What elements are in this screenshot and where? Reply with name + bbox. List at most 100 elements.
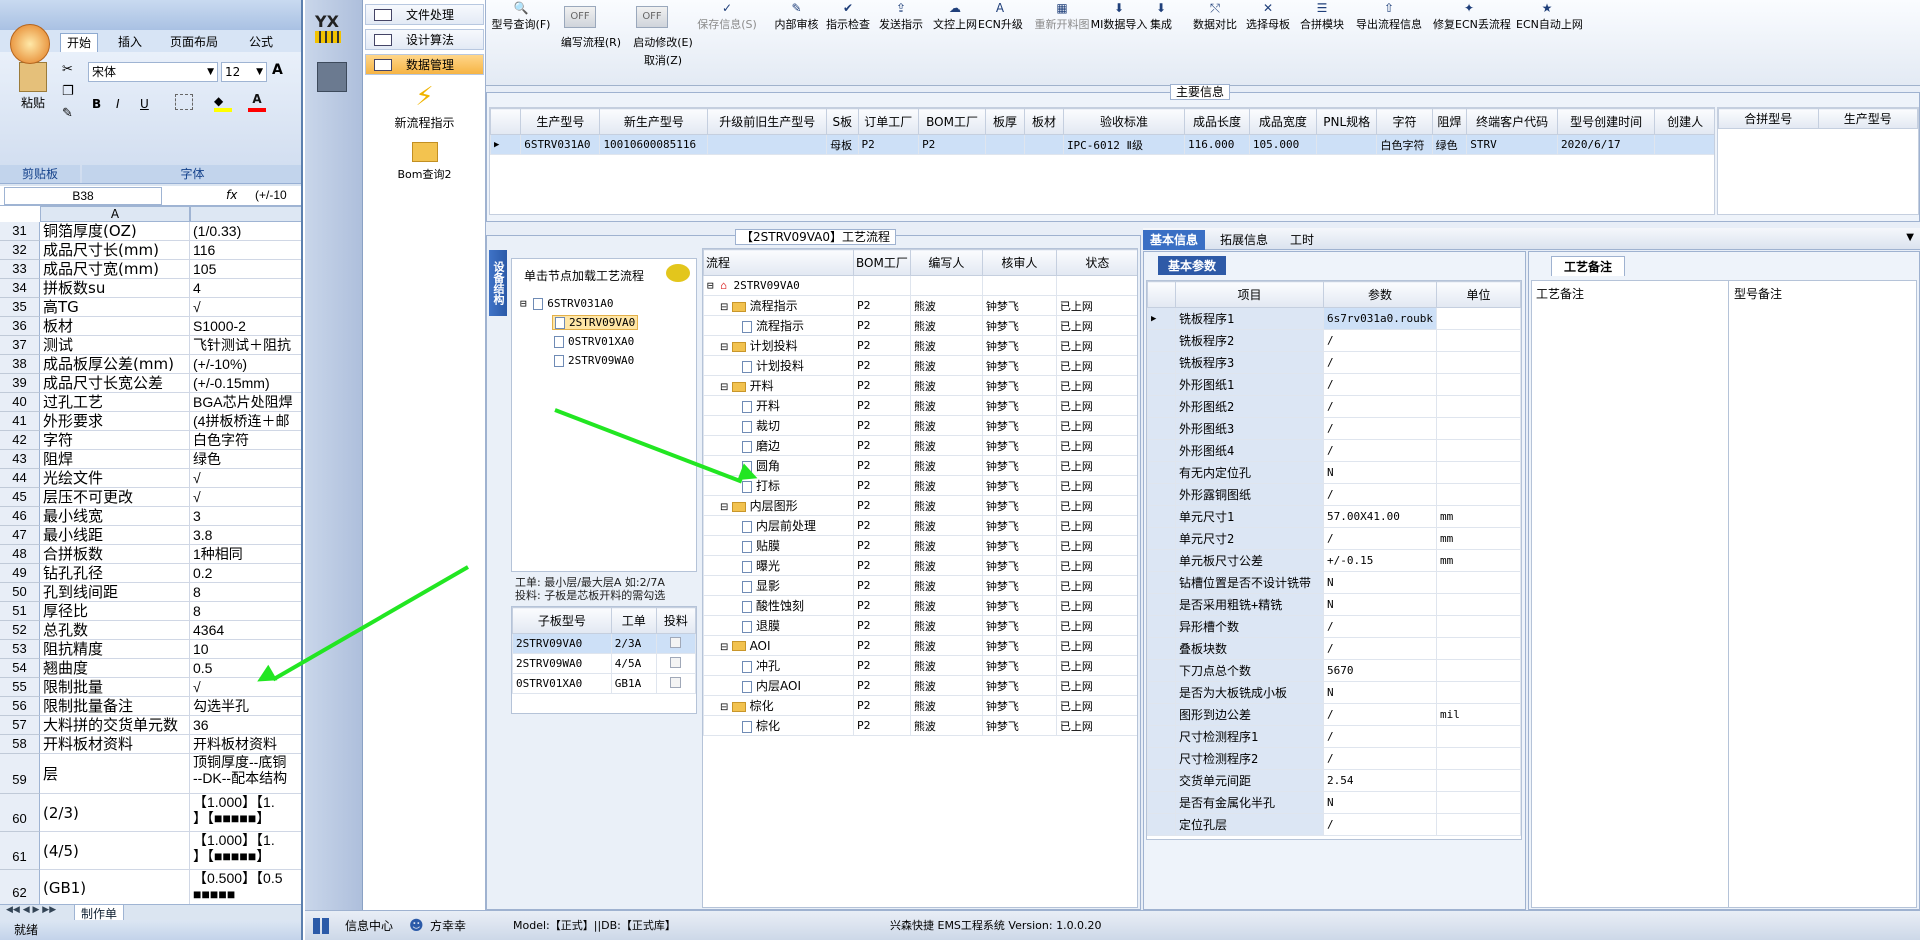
cell-a[interactable]: 大料拼的交货单元数 — [40, 716, 190, 735]
cell-a[interactable]: 阻焊 — [40, 450, 190, 469]
param-row[interactable]: 外形图纸1/ — [1147, 373, 1521, 396]
table-row[interactable]: 2STRV09VA0 2/3A — [512, 633, 697, 654]
param-row[interactable]: 叠板块数 / — [1147, 637, 1521, 660]
cell[interactable]: 105.000 — [1248, 134, 1317, 155]
toolbar-button-3[interactable]: 取消(Z) — [628, 52, 698, 92]
collapse-icon[interactable]: ⊟ — [720, 642, 732, 653]
tab-formulas[interactable]: 公式 — [243, 33, 279, 52]
row-number[interactable]: 48 — [0, 545, 40, 564]
param-row[interactable]: 铣板程序3/ — [1147, 351, 1521, 374]
cell-a[interactable]: 最小线宽 — [40, 507, 190, 526]
collapse-icon[interactable]: ⊟ — [720, 502, 732, 513]
cell[interactable] — [985, 134, 1026, 155]
cell-a[interactable]: 成品板厚公差(mm) — [40, 355, 190, 374]
cell-b[interactable]: 4 — [190, 279, 301, 298]
param-row[interactable]: ▶ 铣板程序1 6s7rv031a0.roubk — [1147, 307, 1521, 330]
flow-row[interactable]: ⊟ AOI P2 熊波 钟梦飞 已上网 — [703, 635, 1137, 656]
name-box[interactable]: B38 — [4, 187, 162, 205]
cell[interactable]: 10010600085116 — [599, 134, 709, 155]
cell-b[interactable]: BGA芯片处阻焊 — [190, 393, 301, 412]
col-header[interactable]: 订单工厂 — [857, 108, 920, 135]
process-remarks-tab[interactable]: 工艺备注 — [1551, 256, 1626, 276]
cell-a[interactable]: 成品尺寸长宽公差 — [40, 374, 190, 393]
cell-b[interactable]: 0.2 — [190, 564, 301, 583]
row-number[interactable]: 59 — [0, 754, 40, 794]
cell-b[interactable]: 飞针测试＋阻抗 — [190, 336, 301, 355]
cell-b[interactable]: 白色字符 — [190, 431, 301, 450]
function-icon[interactable]: fx — [226, 188, 237, 202]
cell[interactable]: 母板 — [826, 134, 859, 155]
row-number[interactable]: 36 — [0, 317, 40, 336]
cell[interactable]: 绿色 — [1431, 134, 1468, 155]
param-row[interactable]: 异形槽个数 / — [1147, 615, 1521, 638]
sheet-nav-icons[interactable]: ◀◀ ◀ ▶ ▶▶ — [6, 905, 56, 915]
row-number[interactable]: 46 — [0, 507, 40, 526]
tab-page-layout[interactable]: 页面布局 — [164, 33, 224, 52]
row-number[interactable]: 43 — [0, 450, 40, 469]
cell[interactable]: 白色字符 — [1376, 134, 1433, 155]
row-number[interactable]: 49 — [0, 564, 40, 583]
cell-b[interactable]: 4364 — [190, 621, 301, 640]
cell-b[interactable]: 8 — [190, 583, 301, 602]
cell-b[interactable]: 绿色 — [190, 450, 301, 469]
flow-row[interactable]: ⊟ 棕化 P2 熊波 钟梦飞 已上网 — [703, 695, 1137, 716]
param-row[interactable]: 外形图纸2/ — [1147, 395, 1521, 418]
cell-b[interactable]: 10 — [190, 640, 301, 659]
side-tab-equipment[interactable]: 设备结构 — [489, 250, 507, 316]
param-row[interactable]: 外形图纸3/ — [1147, 417, 1521, 440]
col-header[interactable]: 板材 — [1024, 108, 1064, 135]
row-number[interactable]: 51 — [0, 602, 40, 621]
cell-a[interactable]: 翘曲度 — [40, 659, 190, 678]
cell-a[interactable]: 开料板材资料 — [40, 735, 190, 754]
office-button[interactable] — [10, 24, 50, 64]
param-row[interactable]: 图形到边公差 / mil — [1147, 703, 1521, 726]
feed-checkbox[interactable] — [670, 636, 682, 648]
flow-row[interactable]: 磨边 P2 熊波 钟梦飞 已上网 — [703, 435, 1137, 456]
flow-row[interactable]: 计划投料 P2 熊波 钟梦飞 已上网 — [703, 355, 1137, 376]
menu-item-data-management[interactable]: 数据管理 — [365, 54, 484, 75]
flow-row[interactable]: ⊟ 内层图形 P2 熊波 钟梦飞 已上网 — [703, 495, 1137, 516]
formula-input[interactable]: (+/-10 — [255, 188, 287, 202]
row-number[interactable]: 55 — [0, 678, 40, 697]
table-row[interactable]: 0STRV01XA0 GB1A — [512, 673, 697, 694]
tab-insert[interactable]: 插入 — [112, 33, 148, 52]
row-number[interactable]: 40 — [0, 393, 40, 412]
toolbar-button-13[interactable]: ⤲ 数据对比 — [1191, 0, 1239, 40]
param-row[interactable]: 尺寸检测程序2/ — [1147, 747, 1521, 770]
cell[interactable] — [1024, 134, 1064, 155]
font-color-icon[interactable]: A — [248, 92, 266, 112]
collapse-icon[interactable]: ⊟ — [720, 382, 732, 393]
collapse-icon[interactable]: ⊟ — [720, 702, 732, 713]
cell-b[interactable]: (+/-10%) — [190, 355, 301, 374]
flow-row[interactable]: 酸性蚀刻 P2 熊波 钟梦飞 已上网 — [703, 595, 1137, 616]
cell-a[interactable]: 铜箔厚度(OZ) — [40, 222, 190, 241]
toolbar-button-9[interactable]: A ECN升级 — [978, 0, 1023, 40]
flow-row[interactable]: 棕化 P2 熊波 钟梦飞 已上网 — [703, 715, 1137, 736]
param-row[interactable]: 单元尺寸1 57.00X41.00 mm — [1147, 505, 1521, 528]
toolbar-button-18[interactable]: ★ ECN自动上网 — [1516, 0, 1583, 40]
cell-b[interactable]: 116 — [190, 241, 301, 260]
cell[interactable]: P2 — [918, 134, 987, 155]
tree-root-node[interactable]: ⊟ 6STRV031A0 — [520, 297, 613, 310]
table-row[interactable]: 2STRV09WA0 4/5A — [512, 653, 697, 674]
cell-b[interactable]: (+/-0.15mm) — [190, 374, 301, 393]
toolbar-button-0[interactable]: 🔍 型号查询(F) — [490, 0, 552, 40]
flow-row[interactable]: 贴膜 P2 熊波 钟梦飞 已上网 — [703, 535, 1137, 556]
cell-a[interactable]: 总孔数 — [40, 621, 190, 640]
toolbar-button-5[interactable]: ✎ 内部审核 — [769, 0, 824, 40]
collapse-icon[interactable]: ⊟ — [720, 342, 732, 353]
cell[interactable]: P2 — [857, 134, 920, 155]
row-number[interactable]: 60 — [0, 794, 40, 832]
tab-basic-info[interactable]: 基本信息 — [1143, 230, 1206, 250]
col-header[interactable]: 成品长度 — [1184, 108, 1250, 135]
col-header[interactable]: 终端客户代码 — [1466, 108, 1559, 135]
toolbar-button-16[interactable]: ⇧ 导出流程信息 — [1354, 0, 1424, 40]
flow-row[interactable]: 显影 P2 熊波 钟梦飞 已上网 — [703, 575, 1137, 596]
toolbar-button-1[interactable]: 编写流程(R) — [556, 34, 626, 74]
toolbar-button-15[interactable]: ☰ 合拼模块 — [1298, 0, 1346, 40]
cell-b[interactable]: √ — [190, 678, 301, 697]
cell[interactable] — [1654, 134, 1714, 155]
cell-b[interactable]: 8 — [190, 602, 301, 621]
tab-dropdown-icon[interactable]: ▼ — [1906, 232, 1914, 243]
row-number[interactable]: 47 — [0, 526, 40, 545]
